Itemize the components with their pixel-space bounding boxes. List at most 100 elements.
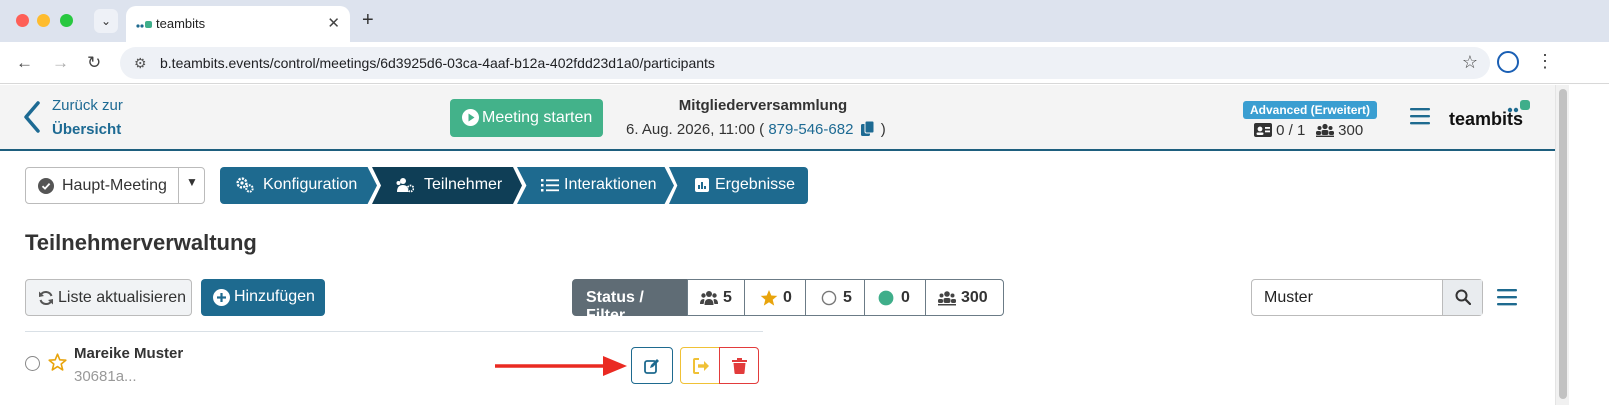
search-input[interactable] bbox=[1252, 280, 1442, 315]
play-circle-icon bbox=[462, 109, 479, 126]
delete-participant-button[interactable] bbox=[719, 347, 759, 384]
list-divider bbox=[25, 331, 763, 332]
meeting-select[interactable]: Haupt-Meeting ▼ bbox=[25, 167, 205, 204]
status-filter-button[interactable]: Status / Filter bbox=[572, 279, 688, 324]
users-line-icon bbox=[938, 291, 956, 306]
users-icon bbox=[1316, 123, 1334, 137]
omnibox[interactable]: ⚙ b.teambits.events/control/meetings/6d3… bbox=[120, 47, 1490, 79]
search-box bbox=[1251, 279, 1483, 316]
circle-filled-icon bbox=[878, 290, 894, 306]
reload-list-button[interactable]: Liste aktualisieren bbox=[25, 279, 192, 316]
step-ergebnisse[interactable]: Ergebnisse bbox=[669, 167, 808, 204]
meeting-title: Mitgliederversammlung bbox=[678, 97, 848, 114]
step-label: Teilnehmer bbox=[424, 176, 503, 193]
host-license-count: 0 / 1 bbox=[1254, 122, 1305, 139]
chevron-down-icon: ⌄ bbox=[100, 14, 112, 28]
maximize-window-button[interactable] bbox=[60, 14, 73, 27]
caret-down-icon[interactable]: ▼ bbox=[186, 175, 198, 189]
step-label: Ergebnisse bbox=[715, 176, 796, 193]
filter-offline[interactable]: 5 bbox=[805, 279, 865, 316]
participant-select-radio[interactable] bbox=[25, 356, 40, 371]
meeting-date-suffix: ) bbox=[880, 121, 886, 138]
participant-license-value: 300 bbox=[1338, 122, 1364, 139]
filter-capacity-count: 300 bbox=[961, 289, 988, 306]
tab-close-icon[interactable]: ✕ bbox=[327, 14, 340, 32]
tab-title: teambits bbox=[156, 16, 206, 31]
browser-menu-icon[interactable]: ⋮ bbox=[1536, 51, 1554, 72]
close-window-button[interactable] bbox=[16, 14, 29, 27]
filter-online[interactable]: 0 bbox=[864, 279, 926, 316]
annotation-arrow-icon bbox=[495, 356, 627, 376]
list-menu-icon[interactable] bbox=[1497, 288, 1517, 306]
gears-icon bbox=[236, 177, 254, 193]
meeting-date: 6. Aug. 2026, 11:00 ( 879-546-682 ) bbox=[626, 121, 886, 138]
copy-icon[interactable] bbox=[860, 121, 874, 136]
participant-name: Mareike Muster bbox=[74, 345, 184, 362]
chevron-left-icon[interactable] bbox=[18, 99, 48, 135]
forward-arrow-icon[interactable]: → bbox=[52, 53, 69, 73]
plan-badge: Advanced (Erweitert) bbox=[1243, 101, 1378, 119]
step-interaktionen[interactable]: Interaktionen bbox=[517, 167, 674, 204]
add-participant-button[interactable]: Hinzufügen bbox=[201, 279, 325, 316]
back-link-line2[interactable]: Übersicht bbox=[52, 121, 121, 138]
back-link-line1[interactable]: Zurück zur bbox=[52, 97, 123, 114]
participant-license-count: 300 bbox=[1316, 122, 1363, 139]
users-icon bbox=[700, 291, 718, 305]
status-filter-label: Status / Filter bbox=[586, 289, 644, 324]
page-title: Teilnehmerverwaltung bbox=[25, 230, 257, 255]
meeting-id-link[interactable]: 879-546-682 bbox=[768, 121, 853, 138]
check-circle-icon bbox=[38, 178, 54, 194]
id-card-icon bbox=[1254, 123, 1272, 137]
participant-id: 30681a... bbox=[74, 368, 137, 385]
search-button[interactable] bbox=[1442, 280, 1482, 315]
edit-participant-button[interactable] bbox=[631, 347, 673, 384]
browser-tab[interactable]: teambits ✕ bbox=[126, 6, 350, 42]
page-scrollbar[interactable] bbox=[1555, 85, 1569, 405]
meeting-select-main[interactable]: Haupt-Meeting bbox=[26, 168, 179, 203]
sign-out-icon bbox=[693, 358, 709, 374]
browser-tab-bar: ⌄ teambits ✕ + bbox=[0, 0, 1609, 42]
filter-participants[interactable]: 5 bbox=[687, 279, 745, 316]
start-meeting-button[interactable]: Meeting starten bbox=[450, 99, 603, 137]
search-icon bbox=[1455, 289, 1471, 305]
refresh-icon bbox=[39, 290, 53, 306]
bookmark-star-icon[interactable]: ☆ bbox=[1462, 52, 1478, 73]
list-icon bbox=[541, 179, 559, 192]
tab-search-button[interactable]: ⌄ bbox=[94, 9, 118, 33]
url-text[interactable]: b.teambits.events/control/meetings/6d392… bbox=[160, 55, 715, 71]
filter-capacity[interactable]: 300 bbox=[925, 279, 1004, 316]
logo-dots-icon bbox=[1507, 100, 1530, 113]
star-icon bbox=[760, 290, 778, 306]
hamburger-menu-icon[interactable] bbox=[1410, 107, 1430, 125]
reload-list-label: Liste aktualisieren bbox=[58, 289, 187, 306]
step-label: Interaktionen bbox=[564, 176, 657, 193]
circle-outline-icon bbox=[821, 290, 837, 306]
meeting-date-text: 6. Aug. 2026, 11:00 ( bbox=[626, 121, 765, 138]
chart-icon bbox=[695, 178, 709, 192]
profile-avatar-icon[interactable] bbox=[1497, 51, 1519, 73]
reload-icon[interactable]: ↻ bbox=[87, 53, 101, 73]
browser-address-bar: ← → ↻ ⚙ b.teambits.events/control/meetin… bbox=[0, 42, 1609, 84]
edit-icon bbox=[644, 359, 659, 374]
plus-circle-icon bbox=[213, 289, 230, 306]
filter-online-count: 0 bbox=[901, 289, 910, 306]
meeting-select-label: Haupt-Meeting bbox=[62, 177, 167, 194]
host-license-value: 0 / 1 bbox=[1276, 122, 1306, 139]
back-arrow-icon[interactable]: ← bbox=[16, 53, 33, 73]
step-teilnehmer[interactable]: Teilnehmer bbox=[372, 167, 522, 204]
step-label: Konfiguration bbox=[263, 176, 358, 193]
trash-icon bbox=[732, 358, 747, 374]
scrollbar-thumb[interactable] bbox=[1559, 89, 1567, 399]
step-konfiguration[interactable]: Konfiguration bbox=[220, 167, 377, 204]
filter-favorites[interactable]: 0 bbox=[744, 279, 806, 316]
users-gear-icon bbox=[396, 178, 414, 193]
new-tab-button[interactable]: + bbox=[362, 9, 374, 32]
minimize-window-button[interactable] bbox=[37, 14, 50, 27]
app-header: Zurück zur Übersicht Meeting starten Mit… bbox=[0, 85, 1555, 151]
favorite-star-icon[interactable] bbox=[48, 353, 67, 372]
remove-from-meeting-button[interactable] bbox=[680, 347, 722, 384]
add-participant-label: Hinzufügen bbox=[234, 288, 315, 305]
site-settings-icon[interactable]: ⚙ bbox=[134, 55, 147, 72]
filter-offline-count: 5 bbox=[843, 289, 852, 306]
teambits-favicon-icon bbox=[136, 21, 152, 28]
